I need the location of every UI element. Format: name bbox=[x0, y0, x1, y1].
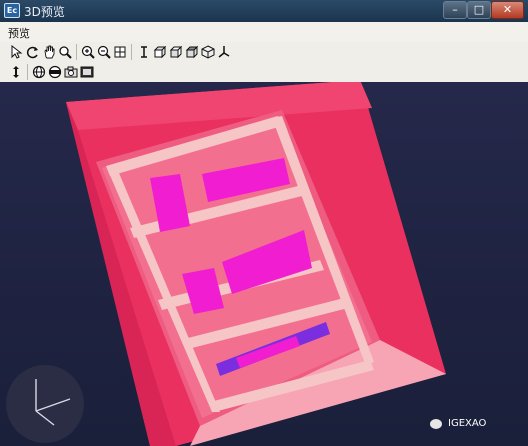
zoom-fit-icon[interactable] bbox=[112, 44, 128, 60]
toolbar-separator bbox=[27, 64, 28, 80]
sphere-icon[interactable] bbox=[31, 64, 47, 80]
cube-front-icon[interactable] bbox=[152, 44, 168, 60]
text-cursor-icon[interactable] bbox=[136, 44, 152, 60]
maximize-button[interactable]: □ bbox=[467, 1, 491, 19]
window-title: 3D预览 bbox=[24, 5, 65, 19]
close-button[interactable]: ✕ bbox=[491, 1, 524, 19]
select-arrow-icon[interactable] bbox=[8, 44, 24, 60]
wechat-icon bbox=[430, 419, 442, 429]
secondary-toolbar bbox=[0, 62, 528, 83]
main-toolbar bbox=[0, 42, 528, 63]
cube-side-icon[interactable] bbox=[168, 44, 184, 60]
minimize-button[interactable]: – bbox=[443, 1, 467, 19]
toolbar-separator bbox=[76, 44, 77, 60]
watermark-text: IGEXAO bbox=[448, 418, 487, 429]
orientation-axis-widget[interactable] bbox=[6, 365, 84, 443]
toolbar-separator bbox=[131, 44, 132, 60]
film-icon[interactable] bbox=[79, 64, 95, 80]
menu-preview[interactable]: 预览 bbox=[8, 25, 30, 41]
cube-iso-icon[interactable] bbox=[200, 44, 216, 60]
cube-top-icon[interactable] bbox=[184, 44, 200, 60]
zoom-icon[interactable] bbox=[57, 44, 73, 60]
rotate-icon[interactable] bbox=[25, 44, 41, 60]
preview-window: Ec 3D预览 – □ ✕ 预览 IGEXAO bbox=[0, 0, 528, 446]
title-bar: Ec 3D预览 – □ ✕ bbox=[0, 0, 528, 23]
up-down-arrow-icon[interactable] bbox=[8, 64, 24, 80]
camera-icon[interactable] bbox=[63, 64, 79, 80]
menu-bar: 预览 bbox=[0, 22, 528, 43]
pan-hand-icon[interactable] bbox=[41, 44, 57, 60]
axis-icon[interactable] bbox=[216, 44, 232, 60]
3d-viewport[interactable]: IGEXAO bbox=[0, 82, 528, 446]
zoom-in-icon[interactable] bbox=[80, 44, 96, 60]
app-icon: Ec bbox=[4, 3, 20, 18]
section-icon[interactable] bbox=[47, 64, 63, 80]
zoom-out-icon[interactable] bbox=[96, 44, 112, 60]
